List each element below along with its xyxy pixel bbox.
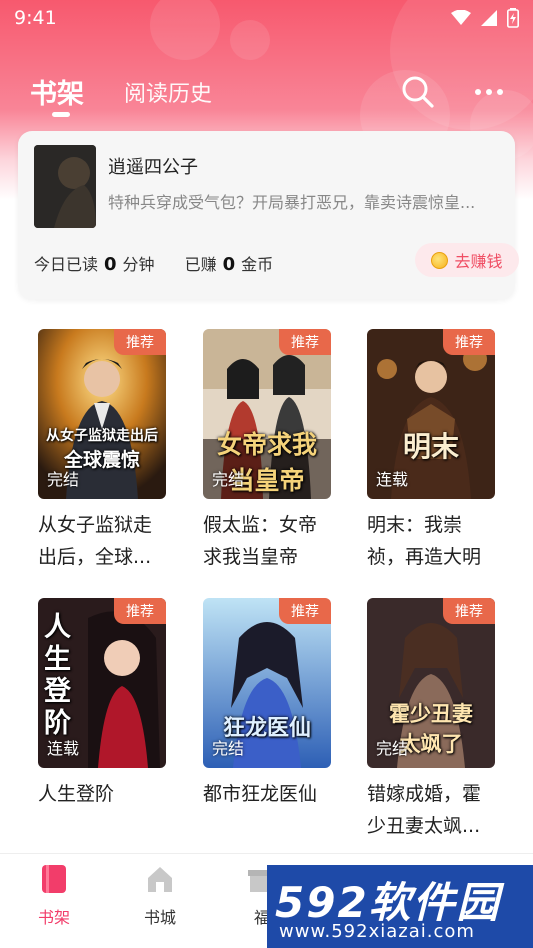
book-status: 连载 [47,739,80,758]
cover-title-art: 明末 [402,430,459,463]
tab-reading-history[interactable]: 阅读历史 [124,76,212,108]
cover-title-art: 从女子监狱走出后 全球震惊 [46,428,158,471]
more-icon-dot [497,89,503,95]
read-label: 今日已读 [34,255,99,274]
status-bar: 9:41 [0,0,533,36]
book-title[interactable]: 人生登阶 [38,778,166,810]
recommend-badge: 推荐 [114,598,166,624]
book-item[interactable]: 霍少丑妻 太飒了 推荐 完结 错嫁成婚，霍少丑妻太飒... [367,598,495,842]
watermark-url: www.592xiazai.com [279,921,475,942]
signal-icon [481,10,497,26]
book-status: 连载 [376,470,409,489]
earn-money-label: 去赚钱 [454,252,503,271]
recommend-badge: 推荐 [279,329,331,355]
tab-active-indicator [52,112,70,117]
book-cover[interactable]: 狂龙医仙 推荐 完结 [203,598,331,768]
more-icon-dot [486,89,492,95]
book-status: 完结 [47,470,80,489]
book-cover[interactable]: 人生 登阶 推荐 连载 [38,598,166,768]
book-title[interactable]: 错嫁成婚，霍少丑妻太飒... [367,778,495,842]
book-title[interactable]: 都市狂龙医仙 [203,778,331,810]
book-item[interactable]: 狂龙医仙 推荐 完结 都市狂龙医仙 [203,598,331,810]
earn-money-button[interactable]: 去赚钱 [415,243,519,277]
nav-bookstore-label: 书城 [143,908,176,927]
battery-icon [507,8,519,28]
home-icon [148,867,172,892]
book-title[interactable]: 明末：我崇祯，再造大明 [367,509,495,573]
book-cover[interactable]: 从女子监狱走出后 全球震惊 推荐 完结 [38,329,166,499]
recent-book-description: 特种兵穿成受气包？开局暴打恶兄，靠卖诗震惊皇... [108,193,476,212]
coin-unit: 金币 [241,255,274,274]
book-item[interactable]: 从女子监狱走出后 全球震惊 推荐 完结 从女子监狱走出后，全球... [38,329,166,573]
tab-bookshelf[interactable]: 书架 [30,72,84,111]
nav-bookshelf-label: 书架 [37,908,70,927]
earn-label: 已赚 [184,255,217,274]
book-item[interactable]: 女帝求我 当皇帝 推荐 完结 假太监：女帝求我当皇帝 [203,329,331,573]
wifi-icon [451,10,471,25]
read-minutes: 0 [104,254,117,275]
book-cover[interactable]: 明末 推荐 连载 [367,329,495,499]
book-status: 完结 [376,739,409,758]
cover-art [34,145,96,228]
cover-title-art: 人生 登阶 [44,612,71,739]
recommend-badge: 推荐 [114,329,166,355]
recent-book-cover[interactable] [34,145,96,228]
nav-bookstore[interactable]: 书城 [130,864,190,928]
book-icon [42,865,66,893]
book-title[interactable]: 从女子监狱走出后，全球... [38,509,166,573]
book-item[interactable]: 明末 推荐 连载 明末：我崇祯，再造大明 [367,329,495,573]
book-status: 完结 [212,739,245,758]
coin-icon [431,251,449,269]
nav-bookshelf[interactable]: 书架 [24,864,84,928]
top-nav: 书架 阅读历史 [0,60,533,120]
recent-reading-card[interactable]: 逍遥四公子 特种兵穿成受气包？开局暴打恶兄，靠卖诗震惊皇... 今日已读 0 分… [18,131,519,299]
book-cover[interactable]: 女帝求我 当皇帝 推荐 完结 [203,329,331,499]
recommend-badge: 推荐 [443,329,495,355]
watermark-logo: 592软件园 www.592xiazai.com [267,865,533,948]
recommend-badge: 推荐 [443,598,495,624]
more-icon [475,89,481,95]
book-cover[interactable]: 霍少丑妻 太飒了 推荐 完结 [367,598,495,768]
more-button[interactable] [470,74,508,110]
recent-book-title[interactable]: 逍遥四公子 [108,153,198,179]
search-icon [402,76,434,108]
status-time: 9:41 [14,7,57,29]
book-status: 完结 [212,470,245,489]
earned-coins: 0 [222,254,236,275]
read-unit: 分钟 [122,255,155,274]
reading-stats: 今日已读 0 分钟 已赚 0 金币 [34,251,273,275]
book-item[interactable]: 人生 登阶 推荐 连载 人生登阶 [38,598,166,810]
recommend-badge: 推荐 [279,598,331,624]
search-button[interactable] [400,74,436,110]
book-title[interactable]: 假太监：女帝求我当皇帝 [203,509,331,573]
